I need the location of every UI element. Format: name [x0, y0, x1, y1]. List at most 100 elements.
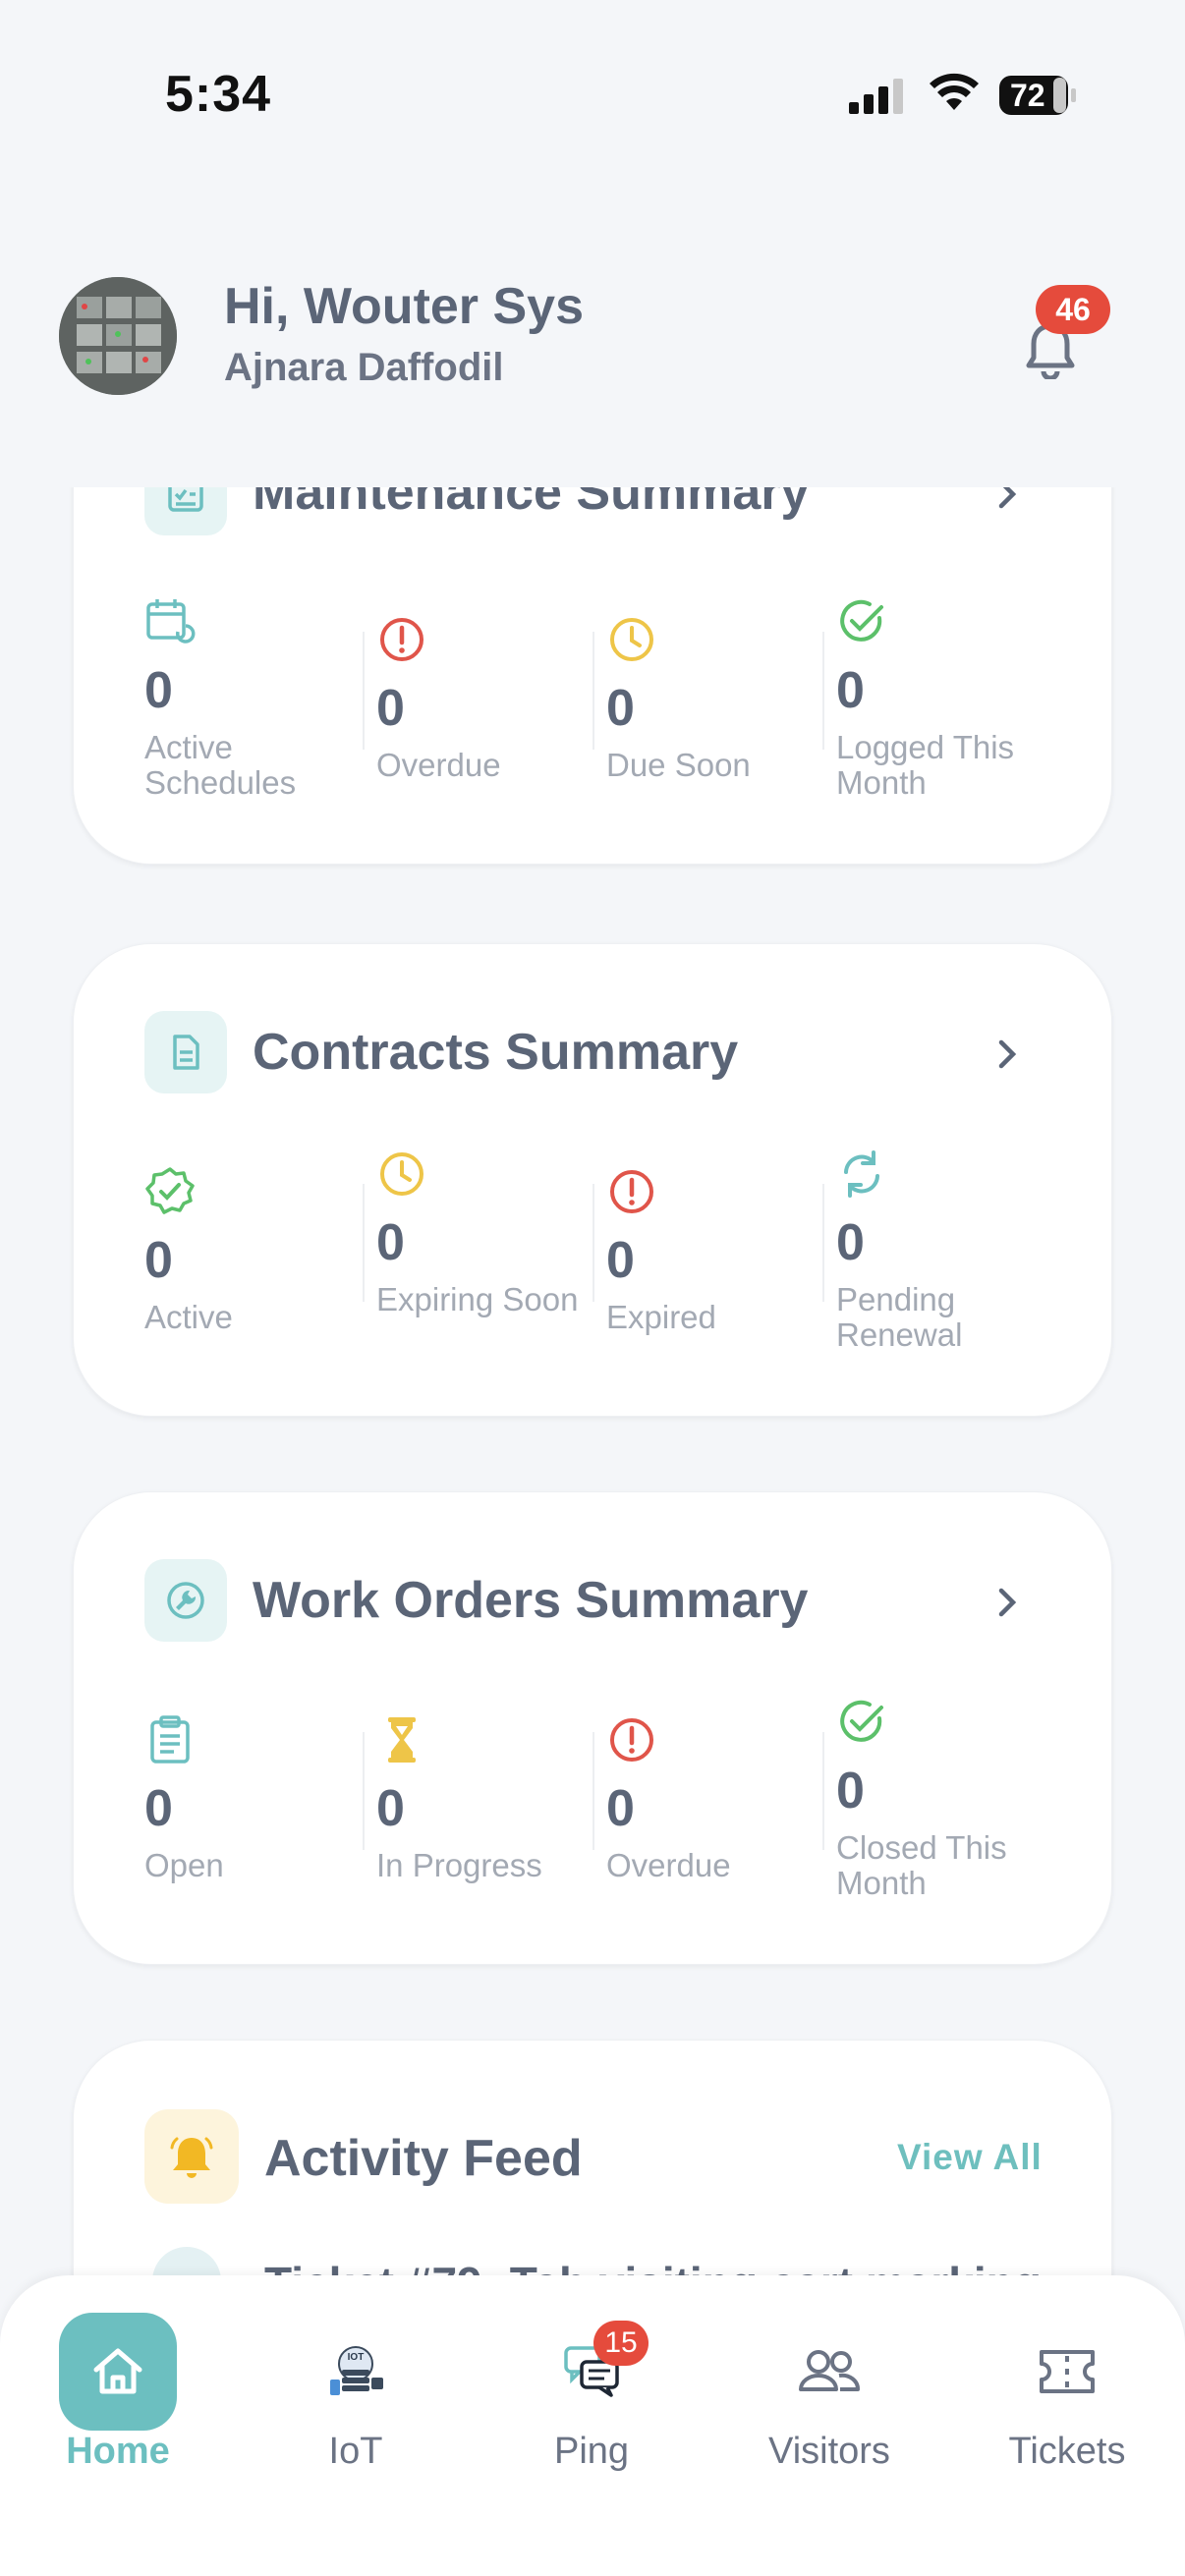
divider: [592, 1732, 594, 1850]
stat-closed-this-month[interactable]: 0 Closed This Month: [836, 1697, 1062, 1913]
divider: [363, 632, 365, 750]
iot-icon: IOT: [297, 2313, 415, 2431]
stat-label: Overdue: [376, 747, 501, 783]
nav-home[interactable]: Home: [20, 2293, 216, 2490]
nav-tickets[interactable]: Tickets: [969, 2293, 1165, 2490]
activity-item-icon: [152, 2247, 221, 2275]
stat-value: 0: [376, 680, 405, 737]
checklist-icon: [144, 487, 227, 535]
work-orders-title: Work Orders Summary: [253, 1572, 809, 1629]
stat-value: 0: [606, 680, 635, 737]
clock-icon: [380, 1152, 423, 1196]
stat-work-overdue[interactable]: 0 Overdue: [606, 1714, 832, 1911]
stat-label: Overdue: [606, 1847, 731, 1883]
battery-icon: 72: [998, 75, 1077, 116]
status-bar: 5:34 72: [0, 0, 1185, 196]
stat-label: Expired: [606, 1299, 716, 1335]
activity-feed-title: Activity Feed: [264, 2130, 583, 2187]
divider: [822, 1732, 824, 1850]
contracts-title: Contracts Summary: [253, 1024, 739, 1081]
check-circle-icon: [840, 1700, 883, 1742]
stat-logged-this-month[interactable]: 0 Logged This Month: [836, 596, 1062, 812]
stat-label: Pending Renewal: [836, 1281, 963, 1353]
divider: [822, 632, 824, 750]
stat-open[interactable]: 0 Open: [144, 1714, 370, 1911]
stat-value: 0: [836, 662, 865, 719]
profile-header: Hi, Wouter Sys Ajnara Daffodil 46: [0, 255, 1185, 452]
stat-active-schedules[interactable]: 0 Active Schedules: [144, 596, 370, 812]
alert-circle-icon: [610, 1718, 653, 1762]
stat-label: Closed This Month: [836, 1829, 1007, 1901]
maintenance-summary-card[interactable]: Maintenance Summary 0 Active Schedules 0…: [73, 487, 1112, 865]
nav-label: Home: [66, 2431, 170, 2472]
stat-value: 0: [836, 1214, 865, 1271]
stat-expired[interactable]: 0 Expired: [606, 1166, 832, 1363]
nav-label: Tickets: [1008, 2431, 1126, 2472]
divider: [592, 1184, 594, 1302]
notifications-button[interactable]: 46: [1012, 285, 1130, 393]
wrench-icon: [144, 1559, 227, 1642]
stat-in-progress[interactable]: 0 In Progress: [376, 1714, 602, 1911]
users-icon: [770, 2313, 888, 2431]
site-name[interactable]: Ajnara Daffodil: [224, 346, 503, 390]
document-icon: [144, 1011, 227, 1093]
bell-ring-icon: [144, 2109, 239, 2204]
cellular-signal-icon: [849, 79, 903, 114]
nav-label: IoT: [328, 2431, 383, 2472]
activity-item-text[interactable]: Ticket #79: Tab visiting cart marking: [264, 2257, 1042, 2275]
stat-expiring-soon[interactable]: 0 Expiring Soon: [376, 1148, 602, 1365]
stat-value: 0: [144, 1780, 173, 1837]
alert-circle-icon: [610, 1170, 653, 1213]
stat-contracts-active[interactable]: 0 Active: [144, 1166, 370, 1363]
avatar[interactable]: [59, 277, 177, 395]
calendar-refresh-icon: [146, 599, 196, 644]
chevron-right-icon[interactable]: [988, 1583, 1027, 1622]
ticket-icon: [1008, 2313, 1126, 2431]
verified-badge-icon: [145, 1167, 195, 1214]
divider: [822, 1184, 824, 1302]
wifi-icon: [930, 73, 979, 110]
nav-label: Ping: [553, 2431, 630, 2472]
stat-value: 0: [606, 1232, 635, 1289]
stat-value: 0: [836, 1763, 865, 1820]
divider: [363, 1184, 365, 1302]
stat-label: Active Schedules: [144, 729, 297, 801]
divider: [592, 632, 594, 750]
work-orders-summary-card[interactable]: Work Orders Summary 0 Open 0 In Progress…: [73, 1491, 1112, 1965]
stat-label: Open: [144, 1847, 224, 1883]
check-circle-icon: [840, 599, 883, 642]
nav-ping[interactable]: 15 Ping: [493, 2293, 690, 2490]
clipboard-icon: [150, 1715, 190, 1764]
greeting-text: Hi, Wouter Sys: [224, 278, 585, 335]
chevron-right-icon[interactable]: [988, 1035, 1027, 1074]
refresh-icon: [844, 1150, 879, 1198]
status-time: 5:34: [165, 66, 272, 123]
chevron-right-icon[interactable]: [988, 487, 1027, 514]
maintenance-title: Maintenance Summary: [253, 487, 810, 521]
divider: [363, 1732, 365, 1850]
stat-label: Expiring Soon: [376, 1281, 579, 1317]
notification-badge: 46: [1036, 285, 1110, 334]
alert-circle-icon: [380, 618, 423, 661]
contracts-summary-card[interactable]: Contracts Summary 0 Active 0 Expiring So…: [73, 943, 1112, 1417]
stat-overdue[interactable]: 0 Overdue: [376, 614, 602, 811]
view-all-link[interactable]: View All: [897, 2137, 1043, 2178]
dashboard-scroll[interactable]: Maintenance Summary 0 Active Schedules 0…: [0, 487, 1185, 2275]
app-screen: 5:34 72 Hi, Wouter Sys Ajnara Daffodil 4…: [0, 0, 1185, 2576]
ping-badge: 15: [593, 2321, 649, 2366]
home-icon: [59, 2313, 177, 2431]
nav-visitors[interactable]: Visitors: [731, 2293, 928, 2490]
battery-level: 72: [1010, 78, 1045, 113]
nav-iot[interactable]: IOT IoT: [257, 2293, 454, 2490]
activity-feed-card[interactable]: Activity Feed View All Ticket #79: Tab v…: [73, 2040, 1112, 2275]
stat-value: 0: [606, 1780, 635, 1837]
stat-label: Logged This Month: [836, 729, 1015, 801]
nav-label: Visitors: [768, 2431, 890, 2472]
stat-due-soon[interactable]: 0 Due Soon: [606, 614, 832, 811]
bottom-nav: Home IOT IoT 15 Ping Visitors Tickets: [0, 2275, 1185, 2576]
stat-value: 0: [376, 1214, 405, 1271]
clock-icon: [610, 618, 653, 661]
stat-label: Active: [144, 1299, 233, 1335]
stat-pending-renewal[interactable]: 0 Pending Renewal: [836, 1148, 1062, 1365]
hourglass-icon: [388, 1717, 416, 1763]
